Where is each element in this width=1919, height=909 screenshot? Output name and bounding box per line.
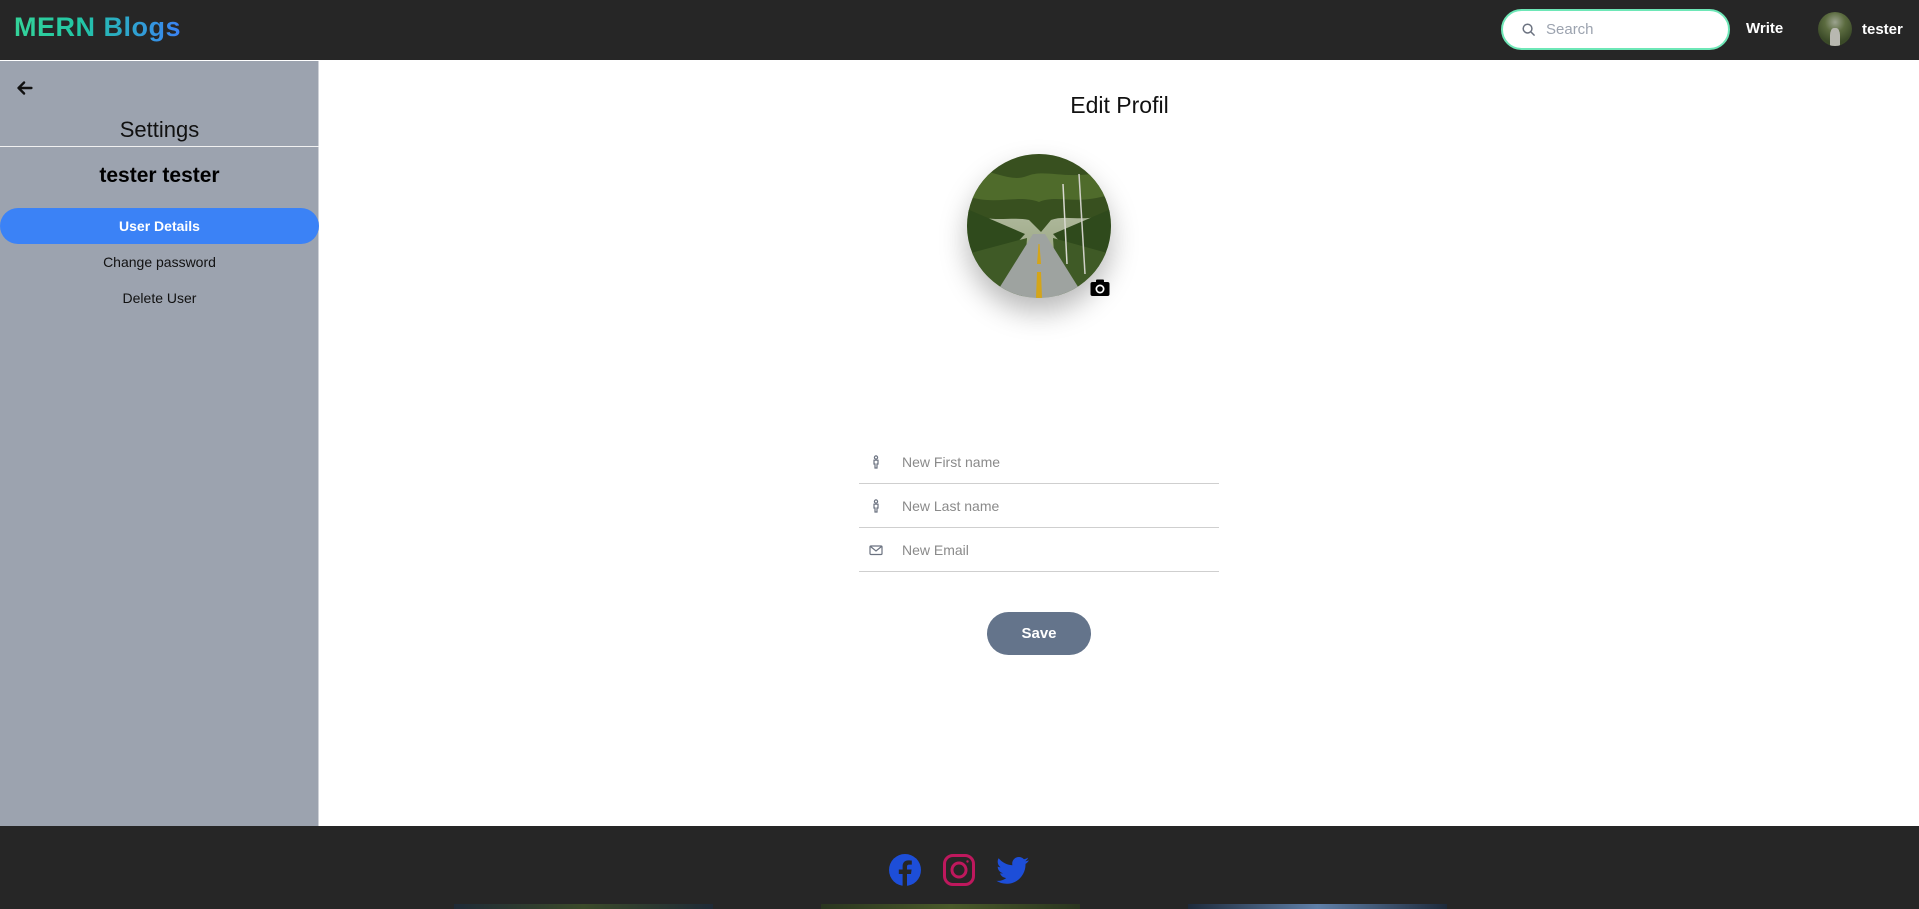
settings-title: Settings [119, 117, 200, 142]
sidebar-menu: User Details Change password Delete User [0, 208, 319, 316]
facebook-icon[interactable] [888, 853, 922, 887]
mail-icon [869, 544, 883, 555]
footer [0, 826, 1919, 909]
sidebar-item-user-details[interactable]: User Details [0, 208, 319, 244]
post-thumbnail-strip [1188, 904, 1447, 909]
profile-picture [967, 154, 1111, 298]
search-icon [1522, 23, 1535, 36]
email-input[interactable] [902, 541, 1202, 558]
settings-sidebar: Settings tester tester User Details Chan… [0, 61, 319, 826]
instagram-icon[interactable] [942, 853, 976, 887]
post-thumbnail-strip [454, 904, 713, 909]
first-name-input[interactable] [902, 453, 1202, 470]
back-arrow-icon[interactable] [14, 77, 36, 99]
last-name-field [859, 484, 1219, 528]
brand-logo[interactable]: MERN Blogs [14, 12, 181, 43]
last-name-input[interactable] [902, 497, 1202, 514]
top-navbar: MERN Blogs Write tester [0, 0, 1919, 60]
camera-icon[interactable] [1090, 279, 1110, 297]
twitter-icon[interactable] [996, 853, 1030, 887]
avatar[interactable] [1818, 12, 1852, 46]
person-icon [873, 498, 879, 513]
search-box[interactable] [1501, 9, 1730, 50]
edit-profile-form [859, 440, 1219, 572]
search-input[interactable] [1546, 21, 1716, 38]
profile-picture-wrapper [967, 154, 1111, 298]
sidebar-item-change-password[interactable]: Change password [0, 244, 319, 280]
person-icon [873, 454, 879, 469]
sidebar-divider [0, 146, 319, 147]
user-menu[interactable]: tester [1818, 10, 1903, 48]
sidebar-username: tester tester [99, 164, 220, 187]
first-name-field [859, 440, 1219, 484]
save-button[interactable]: Save [987, 612, 1091, 655]
nav-username[interactable]: tester [1862, 21, 1903, 38]
write-link[interactable]: Write [1746, 20, 1783, 37]
page-title: Edit Profil [1070, 92, 1169, 118]
post-thumbnail-strip [821, 904, 1080, 909]
email-field [859, 528, 1219, 572]
sidebar-item-delete-user[interactable]: Delete User [0, 280, 319, 316]
